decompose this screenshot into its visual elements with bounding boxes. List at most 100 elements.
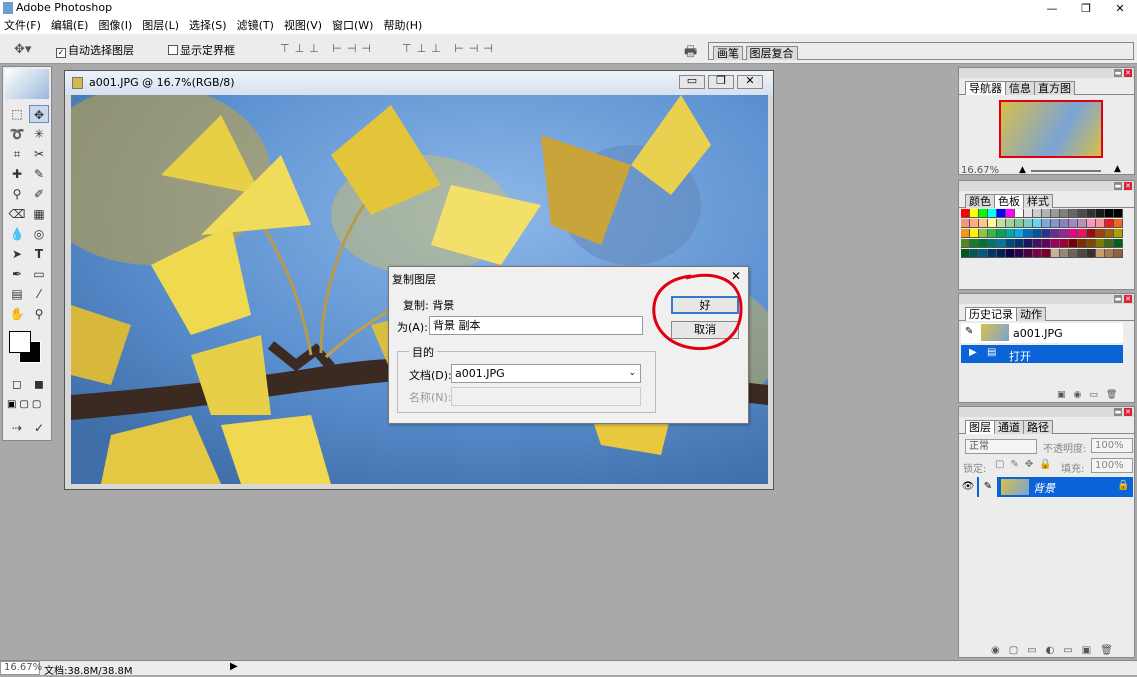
- swatch-cell[interactable]: [1033, 249, 1042, 258]
- swatch-cell[interactable]: [1105, 239, 1114, 248]
- status-menu-arrow-icon[interactable]: ▶: [230, 661, 238, 672]
- swatch-cell[interactable]: [1015, 239, 1024, 248]
- swatch-cell[interactable]: [1105, 209, 1114, 218]
- swatch-cell[interactable]: [1006, 209, 1015, 218]
- swatch-cell[interactable]: [1096, 209, 1105, 218]
- swatch-cell[interactable]: [1105, 219, 1114, 228]
- swatch-cell[interactable]: [1069, 219, 1078, 228]
- swatch-cell[interactable]: [1051, 239, 1060, 248]
- notes-tool-icon[interactable]: ▤: [7, 285, 27, 303]
- swatch-cell[interactable]: [961, 239, 970, 248]
- swatch-cell[interactable]: [1042, 229, 1051, 238]
- minimize-button[interactable]: —: [1035, 0, 1069, 17]
- swatch-cell[interactable]: [988, 239, 997, 248]
- swatch-cell[interactable]: [1006, 229, 1015, 238]
- swatch-cell[interactable]: [1069, 239, 1078, 248]
- show-bounds-option[interactable]: 显示定界框: [168, 42, 235, 58]
- swatch-cell[interactable]: [970, 249, 979, 258]
- swatch-cell[interactable]: [979, 219, 988, 228]
- menu-filter[interactable]: 滤镜(T): [237, 17, 274, 34]
- maximize-button[interactable]: ❐: [1069, 0, 1103, 17]
- as-name-input[interactable]: 背景 副本: [429, 316, 643, 335]
- move-tool-icon[interactable]: ✥: [29, 105, 49, 123]
- swatch-grid[interactable]: [961, 209, 1123, 287]
- brush-tool-icon[interactable]: ✎: [29, 165, 49, 183]
- magic-wand-tool-icon[interactable]: ✳: [29, 125, 49, 143]
- swatch-cell[interactable]: [988, 229, 997, 238]
- standard-mode-icon[interactable]: ◻: [7, 375, 27, 393]
- swatch-cell[interactable]: [1015, 229, 1024, 238]
- lasso-tool-icon[interactable]: ➰: [7, 125, 27, 143]
- swatch-cell[interactable]: [988, 249, 997, 258]
- zoom-in-icon[interactable]: ▲: [1114, 164, 1121, 174]
- swatch-cell[interactable]: [1033, 229, 1042, 238]
- menu-view[interactable]: 视图(V): [284, 17, 322, 34]
- show-bounds-checkbox[interactable]: [168, 45, 178, 55]
- tab-channels[interactable]: 通道: [994, 420, 1024, 434]
- swatch-cell[interactable]: [1114, 219, 1123, 228]
- swatch-cell[interactable]: [979, 249, 988, 258]
- swatch-cell[interactable]: [1033, 209, 1042, 218]
- move-tool-preset-icon[interactable]: ✥▾: [14, 42, 31, 57]
- eye-icon[interactable]: 👁: [959, 477, 977, 497]
- document-close-button[interactable]: ✕: [737, 75, 763, 89]
- blend-mode-select[interactable]: 正常: [965, 439, 1037, 454]
- swatch-cell[interactable]: [1015, 209, 1024, 218]
- align-icons[interactable]: ⊤⊥⊥ ⊢⊣⊣: [280, 42, 376, 55]
- well-tab-layer-comps[interactable]: 图层复合: [745, 46, 798, 60]
- document-minimize-button[interactable]: ▭: [679, 75, 705, 89]
- swatch-cell[interactable]: [1024, 239, 1033, 248]
- crop-tool-icon[interactable]: ⌗: [7, 145, 27, 163]
- swatch-cell[interactable]: [988, 209, 997, 218]
- history-brush-tool-icon[interactable]: ✐: [29, 185, 49, 203]
- swatch-cell[interactable]: [997, 239, 1006, 248]
- swatch-cell[interactable]: [970, 209, 979, 218]
- opacity-input[interactable]: 100%: [1091, 438, 1133, 453]
- screen-mode-icons[interactable]: ▣▢▢: [7, 399, 44, 410]
- swatch-cell[interactable]: [1033, 239, 1042, 248]
- swatch-cell[interactable]: [1006, 219, 1015, 228]
- swatch-cell[interactable]: [1105, 229, 1114, 238]
- panel-minimize-icon[interactable]: ▬: [1114, 69, 1122, 77]
- swatch-cell[interactable]: [1015, 249, 1024, 258]
- swatch-cell[interactable]: [970, 229, 979, 238]
- swatch-cell[interactable]: [1087, 249, 1096, 258]
- swatch-cell[interactable]: [1114, 229, 1123, 238]
- history-state-row[interactable]: ▶ ▤ 打开: [961, 345, 1123, 363]
- panel-minimize-icon[interactable]: ▬: [1114, 295, 1122, 303]
- swatch-cell[interactable]: [961, 229, 970, 238]
- swatch-cell[interactable]: [1069, 209, 1078, 218]
- auto-select-option[interactable]: ✓ 自动选择图层: [56, 42, 134, 58]
- marquee-tool-icon[interactable]: ⬚: [7, 105, 27, 123]
- jump-to-imageready-icon[interactable]: ⇢: [7, 419, 27, 437]
- swatch-cell[interactable]: [1114, 209, 1123, 218]
- lock-icons[interactable]: ▢✎✥🔒: [995, 459, 1058, 470]
- type-tool-icon[interactable]: T: [29, 245, 49, 263]
- layers-footer-icons[interactable]: ◉▢▭◐▭▣🗑: [991, 645, 1122, 656]
- swatch-cell[interactable]: [1042, 249, 1051, 258]
- swatch-cell[interactable]: [979, 209, 988, 218]
- swatch-cell[interactable]: [997, 209, 1006, 218]
- edit-in-imageready-icon[interactable]: ✓: [29, 419, 49, 437]
- swatch-cell[interactable]: [1024, 209, 1033, 218]
- swatch-cell[interactable]: [1042, 239, 1051, 248]
- panel-close-icon[interactable]: ✕: [1124, 69, 1132, 77]
- zoom-out-icon[interactable]: ▲: [1019, 165, 1026, 175]
- history-footer-icons[interactable]: ▣◉▭🗑: [1057, 390, 1125, 400]
- swatch-cell[interactable]: [1060, 239, 1069, 248]
- swatch-cell[interactable]: [1042, 209, 1051, 218]
- fill-input[interactable]: 100%: [1091, 458, 1133, 473]
- swatch-cell[interactable]: [997, 249, 1006, 258]
- eyedropper-tool-icon[interactable]: ⁄: [29, 285, 49, 303]
- eraser-tool-icon[interactable]: ⌫: [7, 205, 27, 223]
- printer-icon[interactable]: 🖶: [684, 41, 697, 65]
- swatch-cell[interactable]: [1006, 239, 1015, 248]
- swatch-cell[interactable]: [1060, 229, 1069, 238]
- slice-tool-icon[interactable]: ✂: [29, 145, 49, 163]
- tab-info[interactable]: 信息: [1005, 81, 1035, 95]
- pen-tool-icon[interactable]: ✒: [7, 265, 27, 283]
- swatch-cell[interactable]: [1087, 239, 1096, 248]
- tab-actions[interactable]: 动作: [1016, 307, 1046, 321]
- swatch-cell[interactable]: [1060, 219, 1069, 228]
- swatch-cell[interactable]: [1015, 219, 1024, 228]
